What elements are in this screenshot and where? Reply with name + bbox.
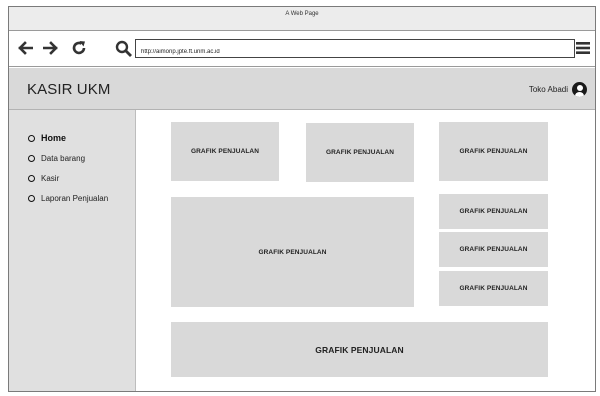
radio-dot-icon <box>28 134 35 142</box>
forward-button[interactable] <box>41 38 61 58</box>
sidebar-item-kasir[interactable]: Kasir <box>9 168 135 188</box>
chart-card[interactable]: GRAFIK PENJUALAN <box>439 232 548 267</box>
sidebar-item-laporan-penjualan[interactable]: Laporan Penjualan <box>9 188 135 208</box>
sidebar-item-label: Data barang <box>41 153 86 163</box>
chart-card[interactable]: GRAFIK PENJUALAN <box>171 322 548 377</box>
chart-card[interactable]: GRAFIK PENJUALAN <box>439 122 548 181</box>
refresh-icon <box>72 41 86 55</box>
window-titlebar: A Web Page <box>9 7 595 31</box>
app-title: KASIR UKM <box>27 81 111 98</box>
arrow-left-icon <box>18 41 33 55</box>
hamburger-menu-icon[interactable] <box>575 40 591 56</box>
sidebar: Home Data barang Kasir Laporan Penjualan <box>9 110 136 391</box>
radio-dot-icon <box>28 174 35 182</box>
user-menu[interactable]: Toko Abadi <box>529 82 587 97</box>
reload-button[interactable] <box>69 38 89 58</box>
sidebar-menu: Home Data barang Kasir Laporan Penjualan <box>9 110 135 208</box>
back-button[interactable] <box>15 38 35 58</box>
window-title: A Web Page <box>285 11 319 17</box>
sidebar-item-label: Kasir <box>41 173 60 183</box>
url-input[interactable] <box>136 43 574 61</box>
user-name: Toko Abadi <box>528 85 568 94</box>
chart-card[interactable]: GRAFIK PENJUALAN <box>439 271 548 306</box>
chart-card[interactable]: GRAFIK PENJUALAN <box>306 123 414 182</box>
search-icon[interactable] <box>115 40 133 58</box>
user-avatar-icon <box>572 82 587 97</box>
sidebar-item-label: Laporan Penjualan <box>41 193 109 203</box>
app-header: KASIR UKM Toko Abadi <box>9 68 595 110</box>
arrow-right-icon <box>43 41 58 55</box>
radio-dot-icon <box>28 154 35 162</box>
browser-window: A Web Page http://aimonp.jpte.ft.unm.ac.… <box>8 6 596 392</box>
sidebar-item-home[interactable]: Home <box>9 128 135 148</box>
sidebar-item-label: Home <box>41 133 67 143</box>
chart-card[interactable]: GRAFIK PENJUALAN <box>439 194 548 229</box>
chart-card[interactable]: GRAFIK PENJUALAN <box>171 197 414 307</box>
chart-card[interactable]: GRAFIK PENJUALAN <box>171 122 279 181</box>
radio-dot-icon <box>28 194 35 202</box>
sidebar-item-data-barang[interactable]: Data barang <box>9 148 135 168</box>
address-bar[interactable] <box>135 39 575 61</box>
browser-toolbar <box>9 31 595 67</box>
